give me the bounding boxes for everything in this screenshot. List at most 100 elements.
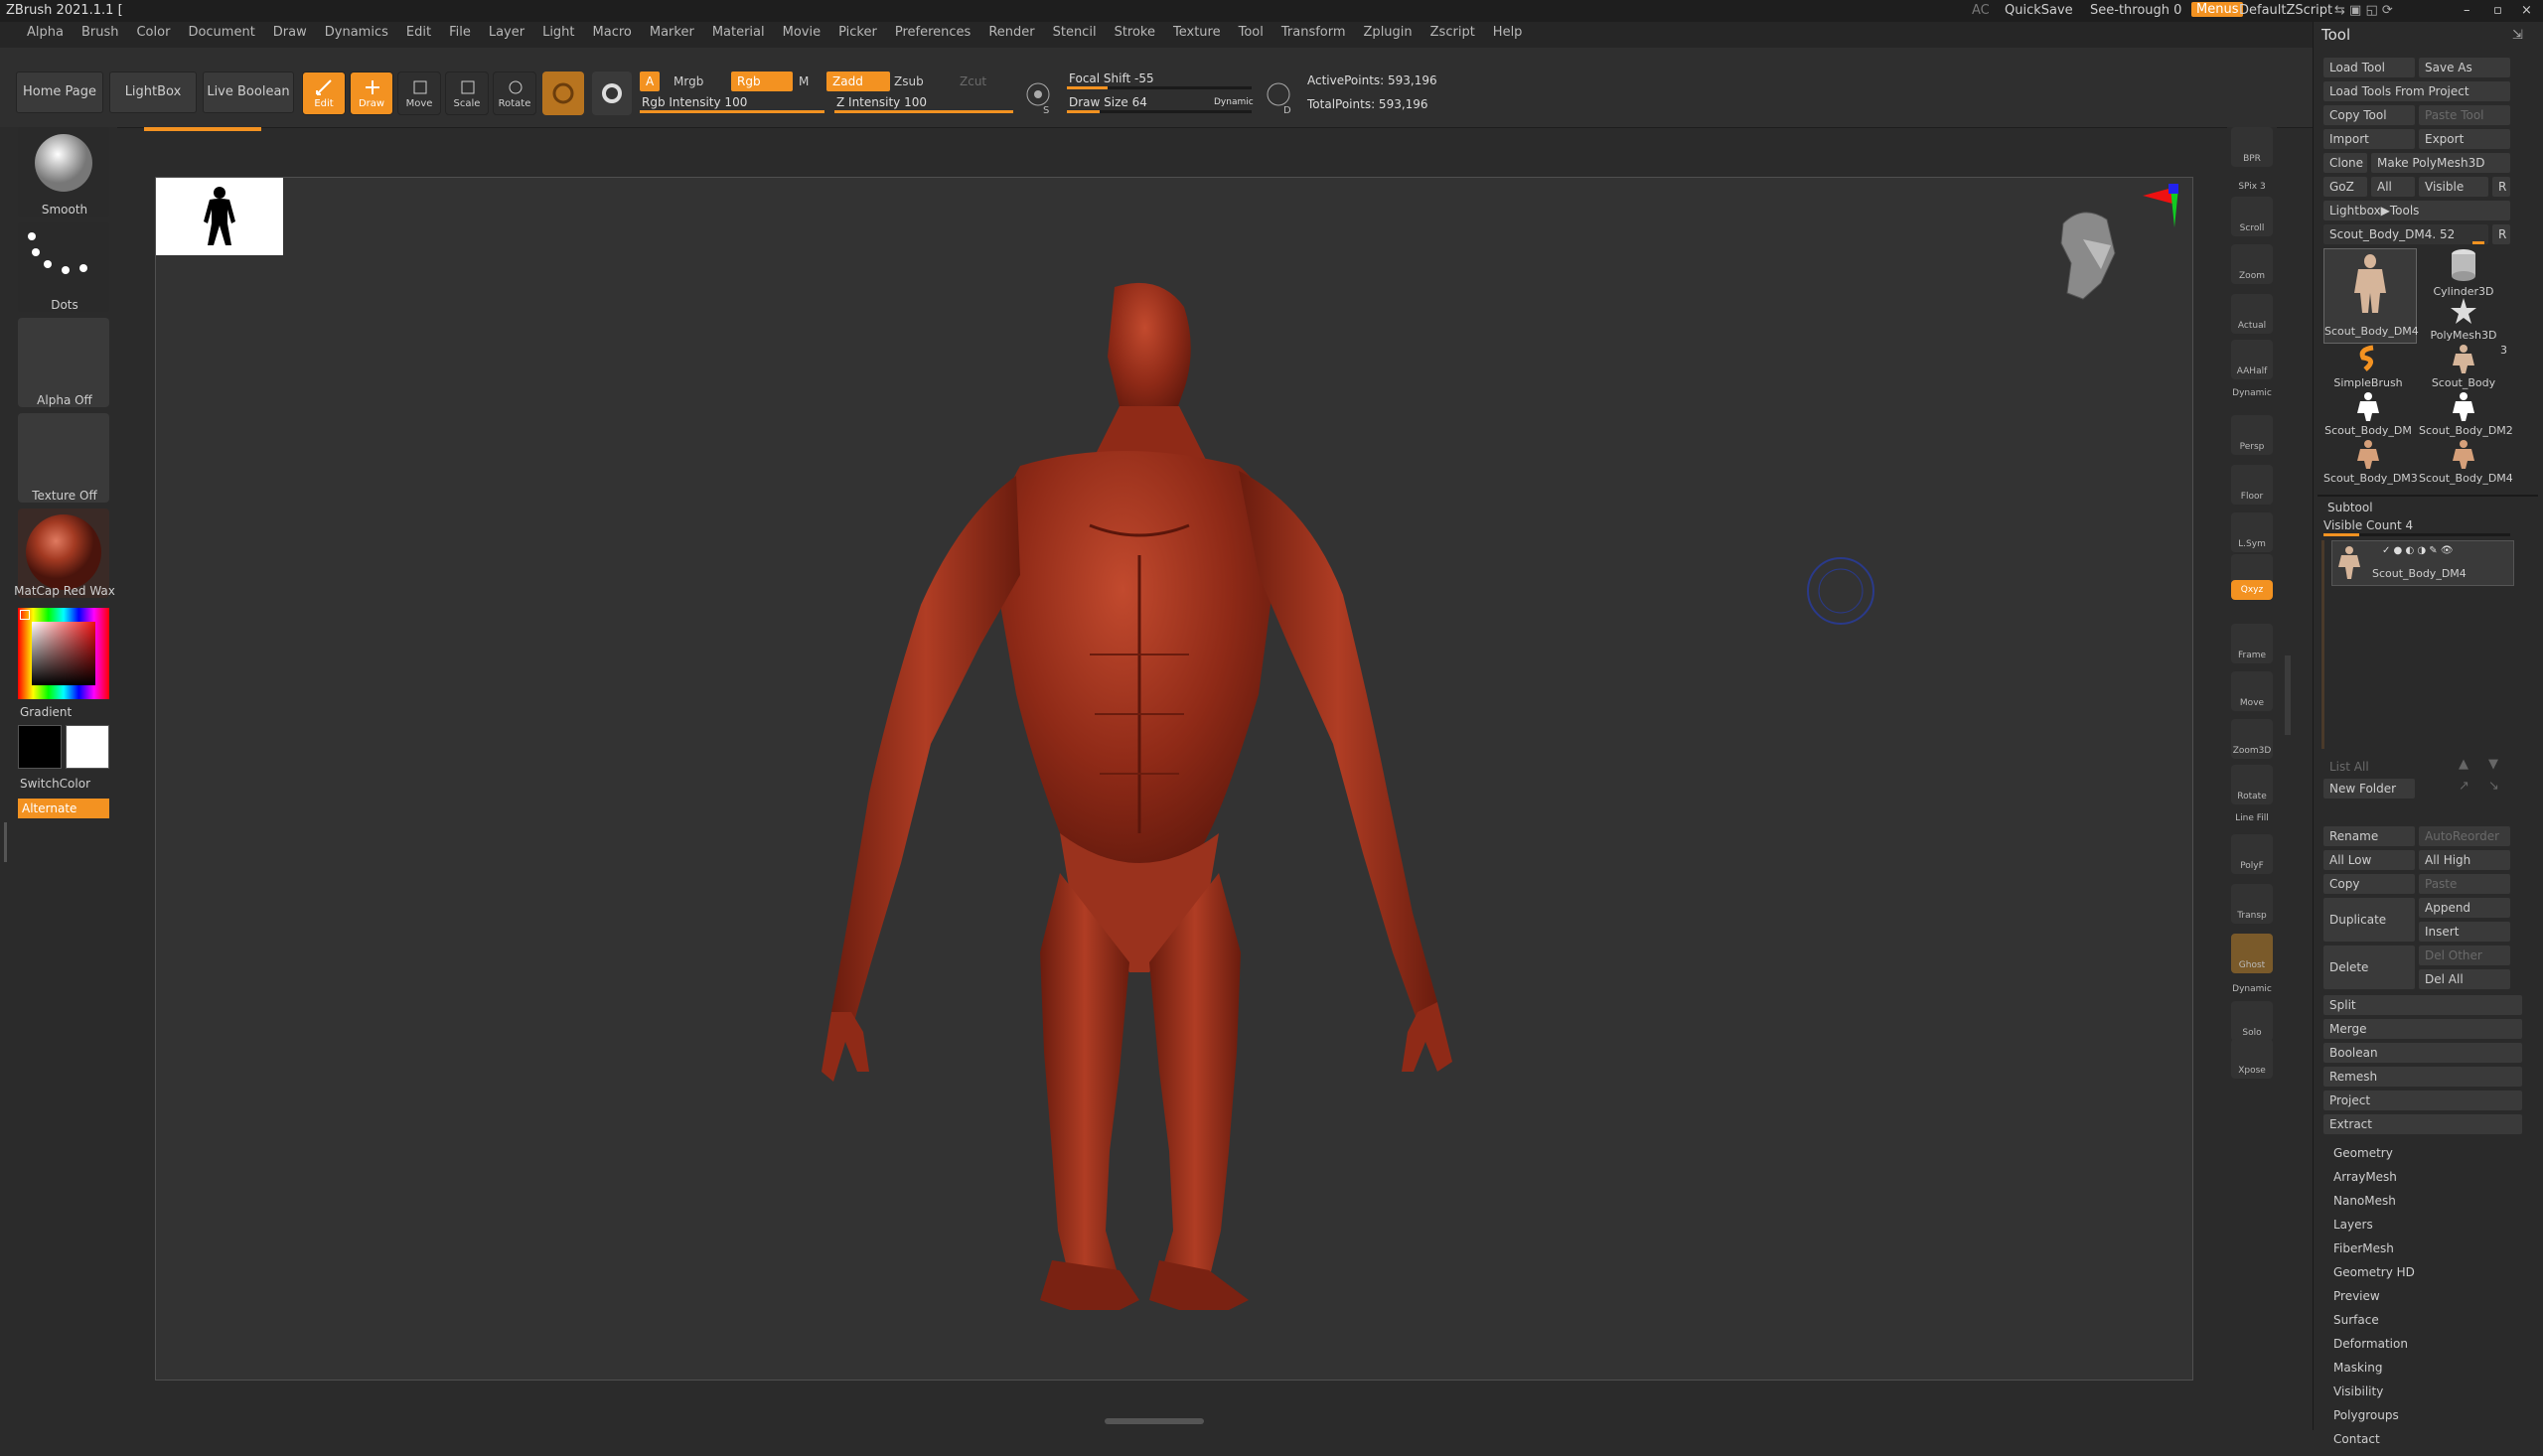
- see-through-slider[interactable]: See-through 0: [2090, 3, 2181, 18]
- rgb-intensity-slider[interactable]: Rgb Intensity 100: [640, 95, 824, 113]
- rb-ghost-button[interactable]: Ghost: [2231, 934, 2273, 973]
- auto-reorder-button[interactable]: AutoReorder: [2419, 826, 2510, 846]
- menu-render[interactable]: Render: [979, 22, 1043, 44]
- z-intensity-slider[interactable]: Z Intensity 100: [834, 95, 1013, 113]
- del-all-button[interactable]: Del All: [2419, 969, 2510, 989]
- menu-stroke[interactable]: Stroke: [1106, 22, 1164, 44]
- layout-icons[interactable]: ⇆ ▣ ◱ ⟳: [2334, 3, 2393, 18]
- goz-r-button[interactable]: R: [2492, 177, 2510, 197]
- menu-brush[interactable]: Brush: [73, 22, 128, 44]
- rb-frame-button[interactable]: Frame: [2231, 624, 2273, 663]
- subtool-item[interactable]: ✓ ● ◐ ◑ ✎ 👁 Scout_Body_DM4: [2331, 540, 2514, 586]
- merge-button[interactable]: Merge: [2323, 1019, 2522, 1039]
- rb-persp-button[interactable]: Persp: [2231, 415, 2273, 455]
- lightbox-tools-button[interactable]: Lightbox▶Tools: [2323, 201, 2510, 220]
- goz-visible-button[interactable]: Visible: [2419, 177, 2488, 197]
- secondary-color-swatch[interactable]: [66, 725, 109, 769]
- arrow-up-icon[interactable]: ▲: [2459, 757, 2468, 772]
- section-geometry[interactable]: Geometry: [2327, 1146, 2526, 1170]
- tool-scout-body-dm3[interactable]: Scout_Body_DM3: [2323, 439, 2418, 485]
- rb-line-fill-button[interactable]: Line Fill: [2231, 810, 2273, 826]
- section-arraymesh[interactable]: ArrayMesh: [2327, 1170, 2526, 1194]
- new-folder-button[interactable]: New Folder: [2323, 779, 2415, 799]
- paste-button[interactable]: Paste: [2419, 874, 2510, 894]
- section-nanomesh[interactable]: NanoMesh: [2327, 1194, 2526, 1218]
- move-down-icon[interactable]: ↘: [2488, 779, 2499, 794]
- minimize-icon[interactable]: –: [2464, 3, 2470, 18]
- current-tool-slider[interactable]: Scout_Body_DM4. 52: [2323, 224, 2488, 244]
- a-toggle[interactable]: A: [640, 72, 661, 91]
- tool-simplebrush[interactable]: SimpleBrush: [2323, 344, 2413, 389]
- right-tray-resize[interactable]: [2285, 655, 2291, 735]
- section-geometry-hd[interactable]: Geometry HD: [2327, 1265, 2526, 1289]
- tool-cylinder3d[interactable]: Cylinder3D: [2419, 248, 2508, 298]
- material-sphere-button[interactable]: [592, 72, 632, 115]
- alternate-button[interactable]: Alternate: [18, 799, 109, 818]
- menu-marker[interactable]: Marker: [641, 22, 703, 44]
- make-polymesh3d-button[interactable]: Make PolyMesh3D: [2371, 153, 2510, 173]
- rename-button[interactable]: Rename: [2323, 826, 2415, 846]
- subtool-section-header[interactable]: Subtool: [2327, 501, 2373, 514]
- tool-scout-body-dm2[interactable]: Scout_Body_DM2: [2419, 391, 2513, 437]
- switch-color-button[interactable]: SwitchColor: [20, 777, 90, 791]
- rb-zoom3d-button[interactable]: Zoom3D: [2231, 719, 2273, 759]
- delete-button[interactable]: Delete: [2323, 946, 2415, 989]
- draw-button[interactable]: Draw: [350, 72, 393, 115]
- append-button[interactable]: Append: [2419, 898, 2510, 918]
- restore-icon[interactable]: ▫: [2493, 3, 2502, 18]
- menu-picker[interactable]: Picker: [829, 22, 886, 44]
- default-zscript[interactable]: DefaultZScript: [2239, 3, 2332, 18]
- move-up-icon[interactable]: ↗: [2459, 779, 2469, 794]
- menu-dynamics[interactable]: Dynamics: [316, 22, 397, 44]
- lightbox-button[interactable]: LightBox: [109, 72, 197, 113]
- rb-dynamic-button[interactable]: Dynamic: [2231, 385, 2273, 401]
- section-masking[interactable]: Masking: [2327, 1361, 2526, 1384]
- palette-dock-icon[interactable]: ⇲: [2512, 28, 2523, 43]
- menu-alpha[interactable]: Alpha: [18, 22, 73, 44]
- list-all-button[interactable]: List All: [2323, 757, 2415, 777]
- goz-button[interactable]: GoZ: [2323, 177, 2367, 197]
- rb-bpr-button[interactable]: BPR: [2231, 127, 2273, 167]
- copy-button[interactable]: Copy: [2323, 874, 2415, 894]
- mrgb-toggle[interactable]: Mrgb: [668, 72, 709, 91]
- rgb-toggle[interactable]: Rgb: [731, 72, 793, 91]
- import-button[interactable]: Import: [2323, 129, 2415, 149]
- menu-macro[interactable]: Macro: [584, 22, 641, 44]
- clone-button[interactable]: Clone: [2323, 153, 2367, 173]
- main-color-swatch[interactable]: [18, 725, 62, 769]
- duplicate-button[interactable]: Duplicate: [2323, 898, 2415, 942]
- home-page-button[interactable]: Home Page: [16, 72, 103, 113]
- rb-scroll-button[interactable]: Scroll: [2231, 197, 2273, 236]
- menu-transform[interactable]: Transform: [1272, 22, 1355, 44]
- section-preview[interactable]: Preview: [2327, 1289, 2526, 1313]
- remesh-button[interactable]: Remesh: [2323, 1067, 2522, 1087]
- arrow-down-icon[interactable]: ▼: [2488, 757, 2498, 772]
- section-polygroups[interactable]: Polygroups: [2327, 1408, 2526, 1432]
- canvas-viewport[interactable]: [155, 177, 2193, 1381]
- navigation-gizmo[interactable]: [2023, 184, 2182, 313]
- tool-scout-body[interactable]: Scout_Body 3: [2419, 344, 2508, 389]
- close-icon[interactable]: ×: [2521, 3, 2532, 18]
- rb-xpose-button[interactable]: Xpose: [2231, 1039, 2273, 1079]
- rb-solo-button[interactable]: Solo: [2231, 1001, 2273, 1041]
- 3d-model-scout-body[interactable]: [792, 277, 1487, 1330]
- menu-help[interactable]: Help: [1484, 22, 1532, 44]
- rb-zoom-button[interactable]: Zoom: [2231, 244, 2273, 284]
- boolean-button[interactable]: Boolean: [2323, 1043, 2522, 1063]
- tool-thumb-current[interactable]: Scout_Body_DM4: [2323, 248, 2419, 344]
- move-button[interactable]: Move: [397, 72, 441, 115]
- section-layers[interactable]: Layers: [2327, 1218, 2526, 1241]
- subtool-icons[interactable]: ✓ ● ◐ ◑ ✎ 👁: [2382, 545, 2454, 556]
- menu-tool[interactable]: Tool: [1230, 22, 1272, 44]
- export-button[interactable]: Export: [2419, 129, 2510, 149]
- rb-qxyz-button[interactable]: Qxyz: [2231, 580, 2273, 600]
- menu-file[interactable]: File: [440, 22, 480, 44]
- menu-material[interactable]: Material: [703, 22, 774, 44]
- menu-light[interactable]: Light: [533, 22, 583, 44]
- goz-all-button[interactable]: All: [2371, 177, 2415, 197]
- live-boolean-button[interactable]: Live Boolean: [203, 72, 294, 113]
- rb-polyf-button[interactable]: PolyF: [2231, 834, 2273, 874]
- scale-button[interactable]: Scale: [445, 72, 489, 115]
- project-button[interactable]: Project: [2323, 1091, 2522, 1110]
- section-fibermesh[interactable]: FiberMesh: [2327, 1241, 2526, 1265]
